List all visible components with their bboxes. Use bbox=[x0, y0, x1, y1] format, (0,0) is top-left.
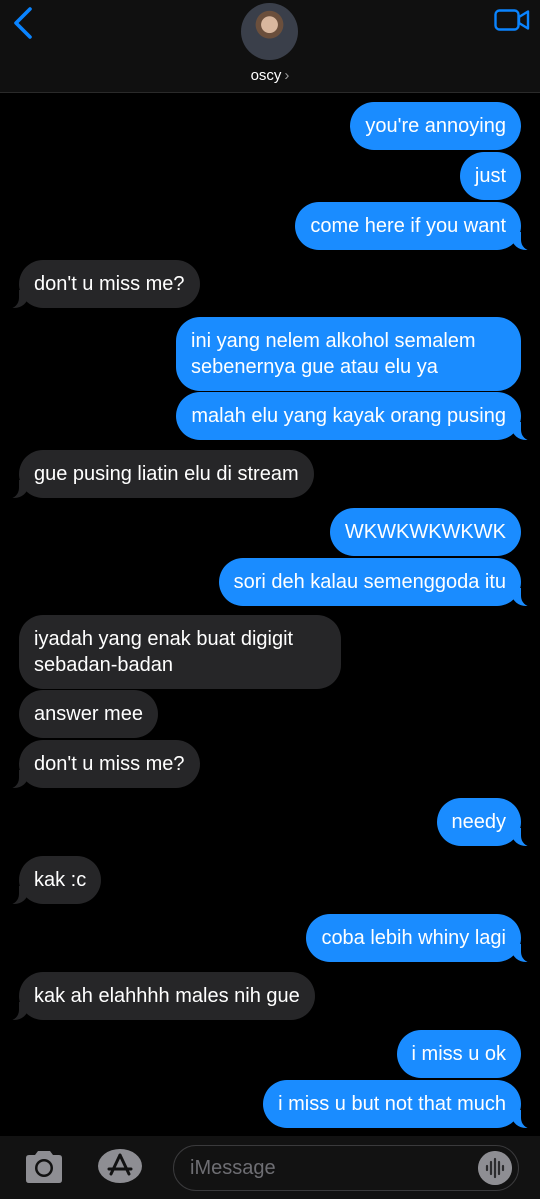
imessage-field[interactable] bbox=[173, 1145, 519, 1191]
message-text: i miss u ok bbox=[411, 1043, 506, 1065]
chevron-right-icon: › bbox=[284, 67, 290, 84]
message-input-bar bbox=[0, 1136, 540, 1199]
message-text: sori deh kalau semenggoda itu bbox=[233, 571, 506, 593]
message-text: WKWKWKWKWK bbox=[344, 521, 506, 543]
video-camera-icon[interactable] bbox=[494, 8, 530, 32]
received-message[interactable]: kak ah elahhhh males nih gue bbox=[0, 972, 315, 1021]
conversation-header: oscy › bbox=[0, 0, 540, 93]
message-text: iyadah yang enak buat digigit sebadan-ba… bbox=[34, 628, 294, 676]
contact-name-button[interactable]: oscy › bbox=[0, 67, 540, 84]
message-text: kak :c bbox=[34, 869, 87, 891]
chevron-left-icon[interactable] bbox=[10, 6, 36, 40]
sent-message[interactable]: i miss u ok bbox=[396, 1030, 521, 1078]
audio-waveform-icon[interactable] bbox=[478, 1151, 512, 1185]
message-input[interactable] bbox=[190, 1154, 470, 1182]
message-text: don't u miss me? bbox=[34, 753, 185, 775]
sent-message[interactable]: come here if you want bbox=[295, 202, 540, 251]
message-list[interactable]: you're annoying just come here if you wa… bbox=[0, 93, 540, 1136]
message-text: don't u miss me? bbox=[34, 273, 185, 295]
received-message[interactable]: answer mee bbox=[19, 690, 158, 738]
message-text: coba lebih whiny lagi bbox=[321, 927, 506, 949]
received-message[interactable]: kak :c bbox=[0, 856, 102, 905]
message-text: gue pusing liatin elu di stream bbox=[34, 463, 299, 485]
received-message[interactable]: don't u miss me? bbox=[0, 740, 200, 789]
message-text: i miss u but not that much bbox=[278, 1093, 506, 1115]
sent-message[interactable]: ini yang nelem alkohol semalem sebenerny… bbox=[176, 317, 521, 391]
message-text: ini yang nelem alkohol semalem sebenerny… bbox=[191, 330, 476, 378]
message-text: kak ah elahhhh males nih gue bbox=[34, 985, 300, 1007]
message-text: answer mee bbox=[34, 703, 143, 725]
received-message[interactable]: iyadah yang enak buat digigit sebadan-ba… bbox=[19, 615, 341, 689]
sent-message[interactable]: needy bbox=[436, 798, 540, 847]
message-text: just bbox=[474, 165, 506, 187]
sent-message[interactable]: malah elu yang kayak orang pusing bbox=[176, 392, 540, 441]
sent-message[interactable]: coba lebih whiny lagi bbox=[306, 914, 540, 963]
received-message[interactable]: gue pusing liatin elu di stream bbox=[0, 450, 314, 499]
sent-message[interactable]: you're annoying bbox=[350, 102, 521, 150]
sent-message[interactable]: sori deh kalau semenggoda itu bbox=[218, 558, 540, 607]
received-message[interactable]: don't u miss me? bbox=[0, 260, 200, 309]
camera-icon[interactable] bbox=[22, 1149, 66, 1185]
message-text: come here if you want bbox=[310, 215, 506, 237]
sent-message[interactable]: just bbox=[459, 152, 521, 200]
message-text: you're annoying bbox=[365, 115, 506, 137]
message-text: malah elu yang kayak orang pusing bbox=[191, 405, 506, 427]
sent-message[interactable]: WKWKWKWKWK bbox=[329, 508, 521, 556]
contact-avatar[interactable] bbox=[241, 3, 298, 60]
sent-message[interactable]: i miss u but not that much bbox=[263, 1080, 540, 1129]
app-store-icon[interactable] bbox=[95, 1146, 145, 1186]
contact-name: oscy bbox=[250, 67, 282, 84]
message-text: needy bbox=[451, 811, 507, 833]
